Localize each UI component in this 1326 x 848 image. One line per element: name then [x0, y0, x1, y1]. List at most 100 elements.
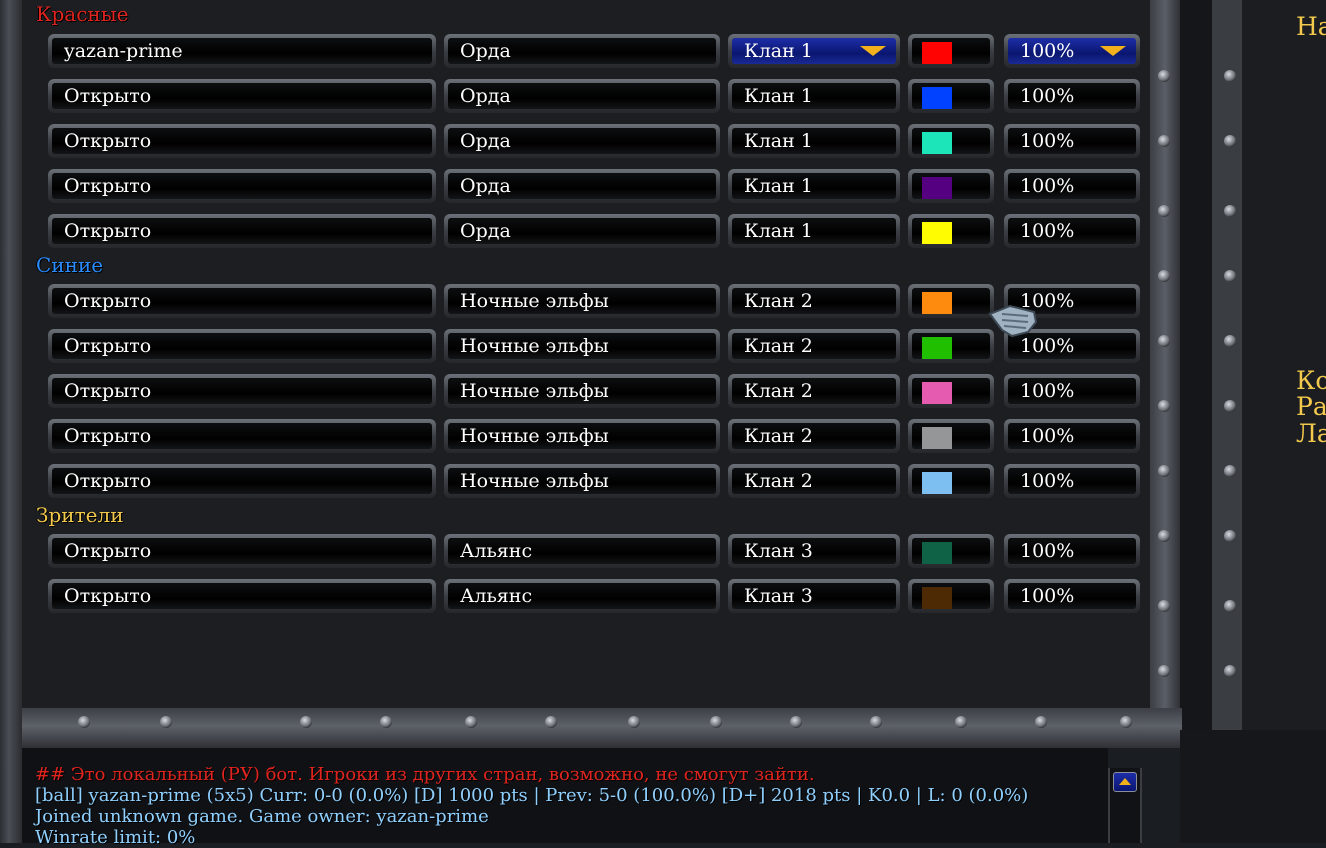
- map-info-text: Ра: [1296, 392, 1326, 421]
- team-dropdown[interactable]: Клан 2: [728, 374, 900, 408]
- player-slot-dropdown-label: Открыто: [64, 585, 152, 607]
- handicap-dropdown[interactable]: 100%: [1004, 169, 1140, 203]
- handicap-dropdown[interactable]: 100%: [1004, 374, 1140, 408]
- color-dropdown[interactable]: [908, 419, 994, 453]
- color-dropdown[interactable]: [908, 464, 994, 498]
- color-dropdown-value: [912, 468, 990, 494]
- race-dropdown[interactable]: Ночные эльфы: [444, 329, 720, 363]
- rivet-icon: [1035, 716, 1047, 728]
- player-slot-dropdown[interactable]: Открыто: [48, 214, 436, 248]
- team-dropdown[interactable]: Клан 2: [728, 419, 900, 453]
- team-dropdown-label: Клан 3: [744, 540, 813, 562]
- player-slot-dropdown-value: Открыто: [52, 468, 432, 494]
- team-dropdown[interactable]: Клан 2: [728, 329, 900, 363]
- handicap-dropdown[interactable]: 100%: [1004, 214, 1140, 248]
- color-dropdown[interactable]: [908, 579, 994, 613]
- color-dropdown[interactable]: [908, 79, 994, 113]
- player-slot-dropdown-label: Открыто: [64, 425, 152, 447]
- handicap-dropdown[interactable]: 100%: [1004, 419, 1140, 453]
- team-dropdown[interactable]: Клан 1: [728, 79, 900, 113]
- race-dropdown[interactable]: Альянс: [444, 579, 720, 613]
- rivet-icon: [1224, 335, 1236, 347]
- color-dropdown[interactable]: [908, 284, 994, 318]
- rivet-icon: [1158, 400, 1170, 412]
- player-slot-dropdown[interactable]: Открыто: [48, 329, 436, 363]
- race-dropdown[interactable]: Ночные эльфы: [444, 419, 720, 453]
- player-slot-dropdown[interactable]: Открыто: [48, 374, 436, 408]
- team-dropdown-value: Клан 2: [732, 423, 896, 449]
- team-dropdown[interactable]: Клан 1: [728, 169, 900, 203]
- race-dropdown[interactable]: Ночные эльфы: [444, 464, 720, 498]
- team-dropdown[interactable]: Клан 2: [728, 464, 900, 498]
- team-dropdown[interactable]: Клан 2: [728, 284, 900, 318]
- race-dropdown[interactable]: Ночные эльфы: [444, 374, 720, 408]
- team-dropdown[interactable]: Клан 3: [728, 579, 900, 613]
- race-dropdown[interactable]: Орда: [444, 214, 720, 248]
- rivet-icon: [1224, 270, 1236, 282]
- handicap-dropdown[interactable]: 100%: [1004, 124, 1140, 158]
- race-dropdown-label: Орда: [460, 130, 511, 152]
- color-dropdown[interactable]: [908, 34, 994, 68]
- chat-scrollbar[interactable]: [1108, 768, 1142, 843]
- handicap-dropdown-value: 100%: [1008, 128, 1136, 154]
- color-dropdown-value: [912, 333, 990, 359]
- race-dropdown-label: Орда: [460, 85, 511, 107]
- player-color-swatch: [922, 382, 952, 404]
- handicap-dropdown-label: 100%: [1020, 585, 1075, 607]
- team-dropdown[interactable]: Клан 1: [728, 34, 900, 68]
- race-dropdown-label: Орда: [460, 175, 511, 197]
- color-dropdown[interactable]: [908, 169, 994, 203]
- race-dropdown[interactable]: Альянс: [444, 534, 720, 568]
- handicap-dropdown[interactable]: 100%: [1004, 464, 1140, 498]
- scroll-up-button[interactable]: [1113, 772, 1137, 792]
- panel-bottom-border: [22, 708, 1182, 748]
- rivet-icon: [380, 716, 392, 728]
- race-dropdown-value: Ночные эльфы: [448, 468, 716, 494]
- rivet-icon: [1158, 600, 1170, 612]
- team-dropdown-label: Клан 2: [744, 290, 813, 312]
- color-dropdown[interactable]: [908, 214, 994, 248]
- player-slot-dropdown[interactable]: Открыто: [48, 579, 436, 613]
- player-slot-dropdown[interactable]: yazan-prime: [48, 34, 436, 68]
- race-dropdown-label: Ночные эльфы: [460, 470, 609, 492]
- handicap-dropdown[interactable]: 100%: [1004, 79, 1140, 113]
- race-dropdown[interactable]: Орда: [444, 169, 720, 203]
- player-slot-dropdown[interactable]: Открыто: [48, 169, 436, 203]
- player-slot-dropdown[interactable]: Открыто: [48, 124, 436, 158]
- player-slot-dropdown-value: Открыто: [52, 378, 432, 404]
- rivet-icon: [710, 716, 722, 728]
- color-dropdown[interactable]: [908, 329, 994, 363]
- rivet-icon: [1224, 400, 1236, 412]
- handicap-dropdown[interactable]: 100%: [1004, 579, 1140, 613]
- background-gap: [1180, 0, 1212, 843]
- player-slot-dropdown-value: Открыто: [52, 288, 432, 314]
- race-dropdown[interactable]: Орда: [444, 34, 720, 68]
- player-slot-dropdown[interactable]: Открыто: [48, 534, 436, 568]
- handicap-dropdown[interactable]: 100%: [1004, 34, 1140, 68]
- race-dropdown-value: Орда: [448, 218, 716, 244]
- race-dropdown[interactable]: Орда: [444, 124, 720, 158]
- player-slot-dropdown[interactable]: Открыто: [48, 79, 436, 113]
- color-dropdown[interactable]: [908, 374, 994, 408]
- player-slot-dropdown[interactable]: Открыто: [48, 464, 436, 498]
- rivet-icon: [545, 716, 557, 728]
- team-dropdown[interactable]: Клан 1: [728, 214, 900, 248]
- background-corner: [1180, 730, 1326, 843]
- color-dropdown[interactable]: [908, 124, 994, 158]
- race-dropdown[interactable]: Ночные эльфы: [444, 284, 720, 318]
- team-dropdown[interactable]: Клан 1: [728, 124, 900, 158]
- player-slot-dropdown[interactable]: Открыто: [48, 284, 436, 318]
- player-color-swatch: [922, 87, 952, 109]
- chat-message: [ball] yazan-prime (5x5) Curr: 0-0 (0.0%…: [35, 785, 1029, 806]
- player-color-swatch: [922, 292, 952, 314]
- dropdown-arrow-icon: [1100, 46, 1126, 56]
- rivet-icon: [1158, 205, 1170, 217]
- player-slot-dropdown[interactable]: Открыто: [48, 419, 436, 453]
- race-dropdown[interactable]: Орда: [444, 79, 720, 113]
- handicap-dropdown-value: 100%: [1008, 378, 1136, 404]
- race-dropdown-label: Орда: [460, 40, 511, 62]
- team-dropdown[interactable]: Клан 3: [728, 534, 900, 568]
- color-dropdown-value: [912, 38, 990, 64]
- handicap-dropdown[interactable]: 100%: [1004, 534, 1140, 568]
- color-dropdown[interactable]: [908, 534, 994, 568]
